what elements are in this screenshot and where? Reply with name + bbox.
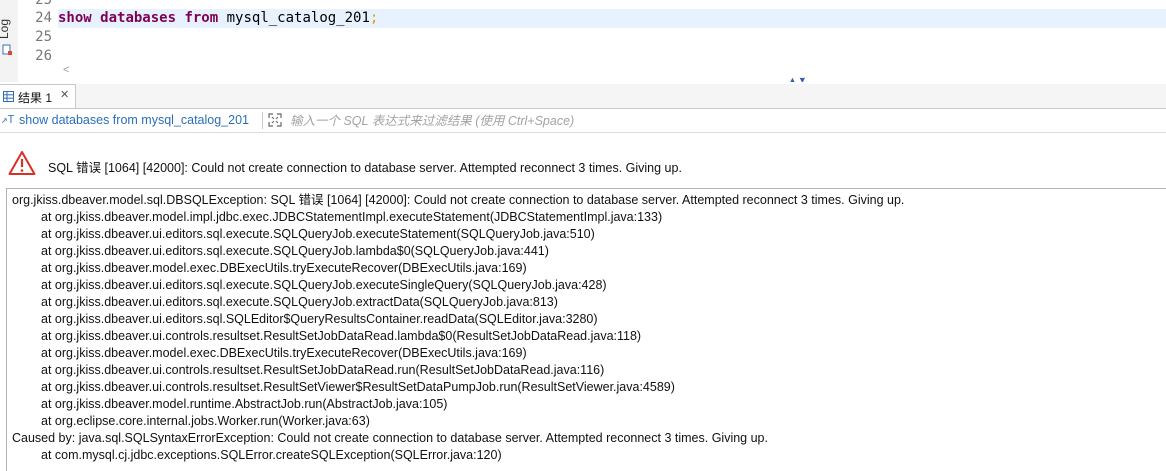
error-header: SQL 错误 [1064] [42000]: Could not create … (0, 140, 1166, 184)
stack-trace-line: at org.eclipse.core.internal.jobs.Worker… (41, 414, 370, 428)
stack-trace-line: at org.jkiss.dbeaver.model.runtime.Abstr… (41, 397, 448, 411)
tab-results-1[interactable]: 结果 1 ✕ (0, 84, 76, 108)
sql-keyword: from (184, 10, 219, 26)
grid-icon (3, 91, 14, 102)
stack-trace-line: at org.jkiss.dbeaver.ui.editors.sql.exec… (41, 295, 558, 309)
stack-trace-line: at org.jkiss.dbeaver.model.impl.jdbc.exe… (41, 210, 663, 224)
scroll-left-arrow[interactable]: < (63, 64, 69, 76)
stack-trace-panel[interactable]: org.jkiss.dbeaver.model.sql.DBSQLExcepti… (6, 188, 1166, 471)
up-down-arrows[interactable]: ▲▼ (788, 75, 808, 82)
filter-bar: ↗T show databases from mysql_catalog_201 (0, 110, 1166, 133)
log-side-tab[interactable]: Log (0, 0, 18, 82)
line-number: 25 (35, 0, 52, 8)
stack-trace-line: at org.jkiss.dbeaver.ui.editors.sql.exec… (41, 278, 607, 292)
stack-trace-line: at org.jkiss.dbeaver.ui.editors.sql.exec… (41, 227, 595, 241)
stack-trace-line: at com.mysql.cj.jdbc.exceptions.SQLError… (41, 448, 502, 462)
line-number: 24 (35, 10, 52, 26)
stack-trace-line: at org.jkiss.dbeaver.model.exec.DBExecUt… (41, 346, 527, 360)
sql-editor[interactable]: Log 25 24 25 26 show databases from mysq… (0, 0, 1166, 82)
stack-trace-line: org.jkiss.dbeaver.model.sql.DBSQLExcepti… (12, 193, 905, 207)
sql-identifier: mysql_catalog_201 (226, 10, 370, 26)
line-number: 25 (35, 29, 52, 45)
tab-results-label: 结果 1 (18, 91, 53, 105)
sql-keyword: databases (100, 10, 177, 26)
stack-trace-line: at org.jkiss.dbeaver.ui.controls.results… (41, 380, 675, 394)
stack-trace-line: at org.jkiss.dbeaver.ui.editors.sql.exec… (41, 244, 549, 258)
warning-icon (8, 151, 36, 175)
stack-trace-line: at org.jkiss.dbeaver.ui.editors.sql.SQLE… (41, 312, 598, 326)
expand-icon[interactable] (268, 113, 282, 127)
error-message: SQL 错误 [1064] [42000]: Could not create … (48, 161, 682, 175)
filter-input[interactable] (290, 112, 1160, 130)
stack-trace-line: at org.jkiss.dbeaver.ui.controls.results… (41, 329, 642, 343)
sql-code-line[interactable]: show databases from mysql_catalog_201; (58, 9, 1166, 28)
stack-trace-line: Caused by: java.sql.SQLSyntaxErrorExcept… (12, 431, 768, 445)
stack-trace-line: at org.jkiss.dbeaver.ui.controls.results… (41, 363, 605, 377)
results-tab-bar: 结果 1 ✕ (0, 84, 1166, 109)
line-number: 26 (35, 48, 52, 64)
query-icon: ↗T (1, 113, 15, 126)
close-icon[interactable]: ✕ (60, 88, 69, 101)
log-tab-label[interactable]: Log (0, 19, 11, 39)
filter-divider (262, 112, 263, 129)
query-text-link[interactable]: show databases from mysql_catalog_201 (19, 113, 249, 127)
log-icon (2, 44, 12, 55)
sql-semicolon: ; (369, 10, 379, 26)
sql-keyword: show (58, 10, 92, 26)
stack-trace-line: at org.jkiss.dbeaver.model.exec.DBExecUt… (41, 261, 527, 275)
